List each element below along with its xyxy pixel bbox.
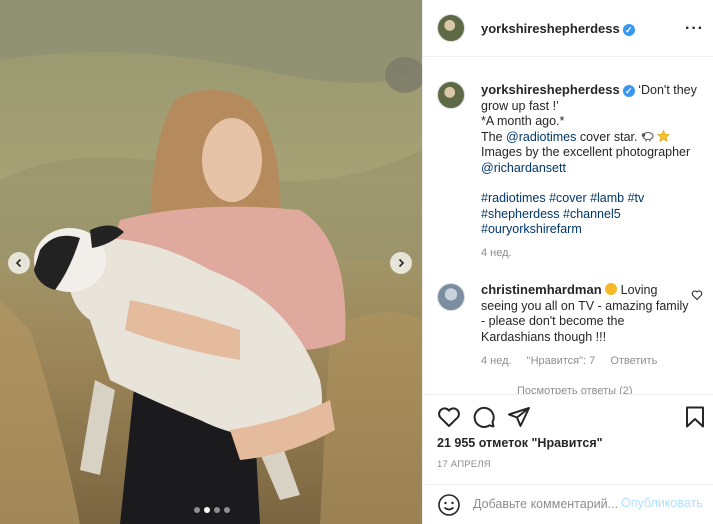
hashtags-line1[interactable]: #radiotimes #cover #lamb #tv: [481, 191, 707, 207]
post-photo[interactable]: [0, 0, 422, 524]
mention-richardansett[interactable]: @richardansett: [481, 161, 707, 177]
comment-like-heart-icon[interactable]: [691, 289, 703, 301]
carousel-dot: [194, 507, 200, 513]
mention-radiotimes[interactable]: @radiotimes: [506, 130, 576, 144]
like-heart-icon[interactable]: [437, 405, 461, 429]
carousel-next-button[interactable]: [390, 252, 412, 274]
caption-time[interactable]: 4 нед.: [481, 246, 707, 262]
hashtags-line3[interactable]: #ouryorkshirefarm: [481, 222, 707, 238]
carousel-prev-button[interactable]: [8, 252, 30, 274]
post-actions: 21 955 отметок "Нравится" 17 АПРЕЛЯ: [423, 394, 713, 494]
verified-badge-icon: ✓: [622, 85, 635, 97]
post-details-panel: yorkshireshepherdess ✓ ··· yorkshiresheph…: [422, 0, 713, 524]
share-paper-plane-icon[interactable]: [507, 405, 531, 429]
carousel-dots: [194, 507, 230, 513]
commenter-username[interactable]: christinemhardman: [481, 282, 602, 297]
chevron-left-icon: [15, 258, 22, 268]
caption-username[interactable]: yorkshireshepherdess ✓: [481, 82, 635, 97]
save-bookmark-icon[interactable]: [683, 405, 707, 429]
emoji-picker-icon[interactable]: [437, 493, 461, 517]
commenter-avatar[interactable]: [437, 283, 465, 311]
heart-eyes-emoji-icon: [605, 283, 618, 295]
caption-avatar[interactable]: [437, 81, 465, 109]
likes-count[interactable]: 21 955 отметок "Нравится": [437, 436, 603, 450]
carousel-dot: [224, 507, 230, 513]
hashtags-line2[interactable]: #shepherdess #channel5: [481, 207, 707, 223]
caption-text: yorkshireshepherdess ✓ ‘Don't they grow u…: [481, 82, 707, 261]
post-comment-button[interactable]: Опубликовать: [621, 496, 703, 510]
post-header: yorkshireshepherdess ✓ ···: [423, 0, 713, 57]
carousel-dot-active: [204, 507, 210, 513]
comments-section: yorkshireshepherdess ✓ ‘Don't they grow u…: [423, 57, 713, 394]
post-date[interactable]: 17 АПРЕЛЯ: [437, 459, 491, 470]
add-comment-bar: Опубликовать: [423, 484, 713, 524]
comment-time[interactable]: 4 нед.: [481, 355, 512, 367]
chevron-right-icon: [398, 258, 405, 268]
comment-text: christinemhardman Loving seeing you all …: [481, 282, 689, 344]
comment-input[interactable]: [473, 495, 621, 513]
author-username[interactable]: yorkshireshepherdess ✓: [481, 21, 635, 36]
photo-scene: [0, 0, 422, 524]
comment-meta: 4 нед. "Нравится": 7 Ответить: [481, 355, 701, 367]
carousel-dot: [214, 507, 220, 513]
caption-line3: The @radiotimes cover star.: [481, 129, 707, 146]
star-emoji-icon: [657, 129, 671, 142]
author-avatar[interactable]: [437, 14, 465, 42]
caption-line4: Images by the excellent photographer: [481, 145, 691, 159]
comment-reply-button[interactable]: Ответить: [610, 355, 657, 367]
caption-line2: *A month ago.*: [481, 114, 565, 128]
more-options-icon[interactable]: ···: [685, 20, 704, 38]
view-replies-button[interactable]: Посмотреть ответы (2): [517, 385, 633, 394]
comment-bubble-icon[interactable]: [472, 405, 496, 429]
sheep-emoji-icon: [641, 131, 654, 141]
comment-likes[interactable]: "Нравится": 7: [527, 355, 596, 367]
verified-badge-icon: ✓: [622, 24, 635, 36]
